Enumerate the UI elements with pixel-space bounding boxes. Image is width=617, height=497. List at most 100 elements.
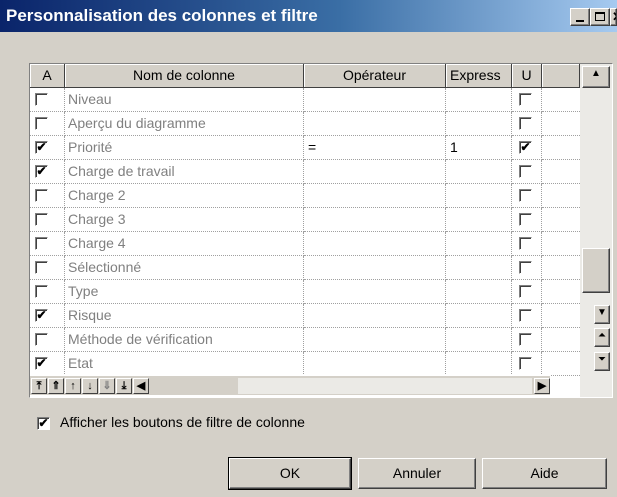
cell-u[interactable] <box>512 184 542 208</box>
vertical-scrollbar[interactable]: ▲ ▼ ⏶ ⏷ <box>580 64 612 397</box>
move-bottom-button[interactable]: ⤓ <box>116 378 132 394</box>
active-checkbox[interactable] <box>35 213 48 226</box>
cell-expression[interactable] <box>446 280 512 304</box>
cell-operator[interactable] <box>304 112 446 136</box>
table-row[interactable]: Charge 4 <box>30 232 580 256</box>
cell-column-name[interactable]: Niveau <box>65 88 304 112</box>
cell-expression[interactable] <box>446 328 512 352</box>
u-checkbox[interactable]: ✔ <box>519 141 532 154</box>
cell-u[interactable] <box>512 88 542 112</box>
cell-column-name[interactable]: Charge 2 <box>65 184 304 208</box>
table-row[interactable]: ✔ Etat <box>30 352 580 376</box>
cell-column-name[interactable]: Aperçu du diagramme <box>65 112 304 136</box>
cell-operator[interactable] <box>304 88 446 112</box>
cell-column-name[interactable]: Risque <box>65 304 304 328</box>
cell-u[interactable]: ✔ <box>512 136 542 160</box>
close-button[interactable]: ✕ <box>610 8 617 26</box>
active-checkbox[interactable] <box>35 117 48 130</box>
cell-operator[interactable] <box>304 304 446 328</box>
scroll-right-button[interactable]: ▶ <box>534 378 550 394</box>
u-checkbox[interactable] <box>519 165 532 178</box>
cell-active[interactable]: ✔ <box>30 304 65 328</box>
u-checkbox[interactable] <box>519 213 532 226</box>
table-row[interactable]: Niveau <box>30 88 580 112</box>
maximize-button[interactable] <box>590 8 610 26</box>
active-checkbox[interactable] <box>35 93 48 106</box>
cell-u[interactable] <box>512 112 542 136</box>
help-button[interactable]: Aide <box>482 458 607 489</box>
u-checkbox[interactable] <box>519 261 532 274</box>
cell-operator[interactable] <box>304 352 446 376</box>
active-checkbox[interactable] <box>35 333 48 346</box>
cell-active[interactable]: ✔ <box>30 352 65 376</box>
cell-u[interactable] <box>512 304 542 328</box>
cell-u[interactable] <box>512 232 542 256</box>
cell-expression[interactable] <box>446 184 512 208</box>
scroll-left-button[interactable]: ◀ <box>133 378 149 394</box>
cell-active[interactable] <box>30 256 65 280</box>
u-checkbox[interactable] <box>519 117 532 130</box>
cell-column-name[interactable]: Charge de travail <box>65 160 304 184</box>
cell-u[interactable] <box>512 160 542 184</box>
move-down-button[interactable]: ↓ <box>82 378 98 394</box>
cell-u[interactable] <box>512 256 542 280</box>
cell-active[interactable] <box>30 328 65 352</box>
cell-operator[interactable] <box>304 208 446 232</box>
active-checkbox[interactable]: ✔ <box>35 357 48 370</box>
cell-operator[interactable] <box>304 232 446 256</box>
active-checkbox[interactable] <box>35 261 48 274</box>
column-header-operator[interactable]: Opérateur <box>304 64 446 88</box>
cell-operator[interactable]: = <box>304 136 446 160</box>
u-checkbox[interactable] <box>519 333 532 346</box>
cancel-button[interactable]: Annuler <box>358 458 476 489</box>
cell-u[interactable] <box>512 280 542 304</box>
cell-expression[interactable] <box>446 256 512 280</box>
table-row[interactable]: ✔ Charge de travail <box>30 160 580 184</box>
column-header-name[interactable]: Nom de colonne <box>65 64 304 88</box>
cell-u[interactable] <box>512 208 542 232</box>
u-checkbox[interactable] <box>519 237 532 250</box>
move-top-button[interactable]: ⤒ <box>31 378 47 394</box>
cell-expression[interactable] <box>446 112 512 136</box>
show-filter-buttons-checkbox[interactable]: ✔ <box>37 417 50 430</box>
active-checkbox[interactable]: ✔ <box>35 165 48 178</box>
cell-operator[interactable] <box>304 280 446 304</box>
u-checkbox[interactable] <box>519 309 532 322</box>
ok-button[interactable]: OK <box>228 457 352 490</box>
table-row[interactable]: ✔ Risque <box>30 304 580 328</box>
u-checkbox[interactable] <box>519 357 532 370</box>
horizontal-scroll-track[interactable] <box>238 378 532 394</box>
minimize-button[interactable] <box>570 8 590 26</box>
cell-active[interactable] <box>30 232 65 256</box>
cell-operator[interactable] <box>304 328 446 352</box>
cell-column-name[interactable]: Etat <box>65 352 304 376</box>
cell-u[interactable] <box>512 352 542 376</box>
active-checkbox[interactable] <box>35 189 48 202</box>
cell-u[interactable] <box>512 328 542 352</box>
scroll-up-button[interactable]: ▲ <box>582 66 610 88</box>
table-row[interactable]: Charge 2 <box>30 184 580 208</box>
cell-expression[interactable] <box>446 208 512 232</box>
move-up-button[interactable]: ↑ <box>65 378 81 394</box>
cell-column-name[interactable]: Charge 3 <box>65 208 304 232</box>
move-down-fast-button[interactable]: ⇓ <box>99 378 115 394</box>
scroll-thumb[interactable] <box>582 248 610 293</box>
active-checkbox[interactable] <box>35 237 48 250</box>
cell-active[interactable] <box>30 184 65 208</box>
cell-column-name[interactable]: Priorité <box>65 136 304 160</box>
cell-operator[interactable] <box>304 160 446 184</box>
cell-expression[interactable] <box>446 88 512 112</box>
cell-column-name[interactable]: Méthode de vérification <box>65 328 304 352</box>
cell-expression[interactable] <box>446 160 512 184</box>
cell-operator[interactable] <box>304 184 446 208</box>
active-checkbox[interactable]: ✔ <box>35 309 48 322</box>
cell-active[interactable]: ✔ <box>30 160 65 184</box>
cell-column-name[interactable]: Type <box>65 280 304 304</box>
cell-operator[interactable] <box>304 256 446 280</box>
column-header-a[interactable]: A <box>30 64 65 88</box>
table-row[interactable]: Type <box>30 280 580 304</box>
table-row[interactable]: ✔ Priorité = 1 ✔ <box>30 136 580 160</box>
cell-column-name[interactable]: Sélectionné <box>65 256 304 280</box>
active-checkbox[interactable]: ✔ <box>35 141 48 154</box>
cell-expression[interactable]: 1 <box>446 136 512 160</box>
